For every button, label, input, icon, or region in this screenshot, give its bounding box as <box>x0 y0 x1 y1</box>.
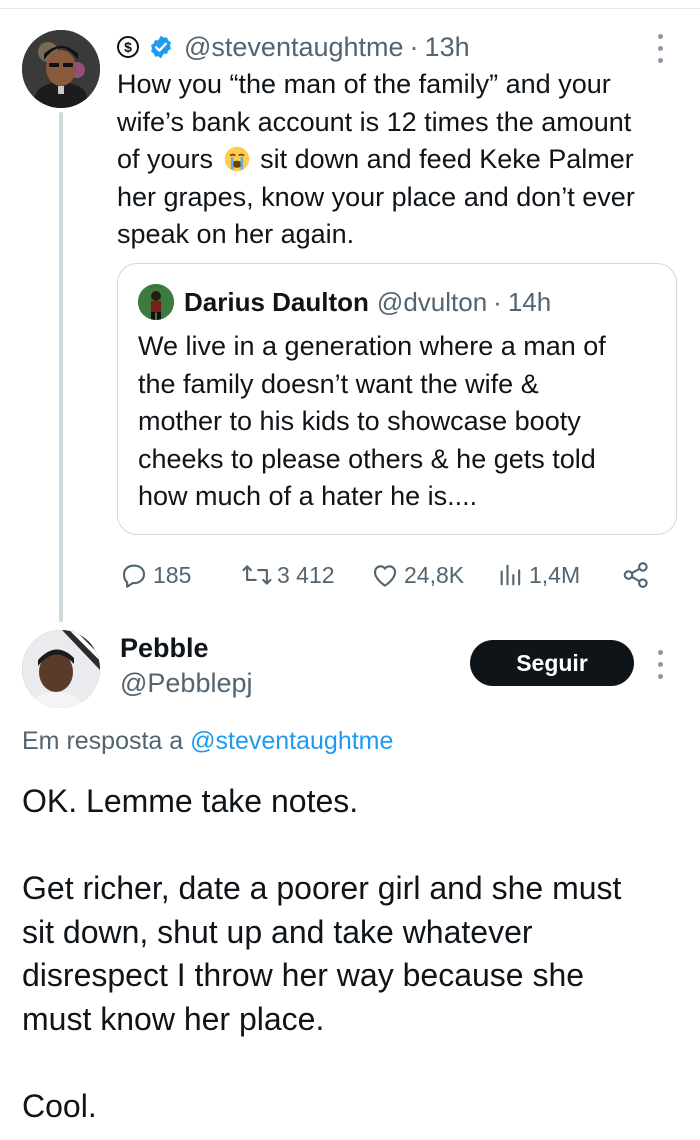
subscriber-icon: $ <box>117 36 139 58</box>
retweet-button[interactable]: 3 412 <box>241 555 335 595</box>
views-icon <box>500 564 521 586</box>
quoted-text-line: how much of a hater he is.... <box>138 481 478 511</box>
quoted-tweet-time: 14h <box>507 286 552 317</box>
reply-author-name[interactable]: Pebble <box>120 633 209 664</box>
reply-text-line: must know her place. <box>22 1000 325 1037</box>
tweet-text-line: wife’s bank account is 12 times the amou… <box>117 106 632 137</box>
reply-text: OK. Lemme take notes. Get richer, date a… <box>22 780 682 1128</box>
reply-paragraph: Cool. <box>22 1087 97 1124</box>
quoted-tweet-text: We live in a generation where a man of t… <box>138 328 658 516</box>
reply-author-handle[interactable]: @Pebblepj <box>120 668 253 699</box>
verified-badge-icon <box>151 35 171 59</box>
crying-face-emoji-icon <box>224 146 249 172</box>
retweet-count: 3 412 <box>277 561 335 588</box>
like-count: 24,8K <box>404 561 465 588</box>
quoted-tweet-card[interactable]: Darius Daulton @dvulton · 14h We live in… <box>117 263 677 535</box>
quoted-author-handle: @dvulton <box>376 286 488 317</box>
retweet-icon <box>242 565 272 585</box>
quoted-author-name: Darius Daulton <box>184 286 369 317</box>
tweet-time[interactable]: 13h <box>425 32 470 63</box>
reply-text-line: disrespect I throw her way because she <box>22 957 585 993</box>
tweet-text-line: of yours sit down and feed Keke Palmer <box>117 144 634 174</box>
reply-text-line: sit down, shut up and take whatever <box>22 913 533 950</box>
reply-icon <box>122 564 146 588</box>
tweet-text-line: How you “the man of the family” and your <box>117 69 611 99</box>
share-icon <box>623 562 648 588</box>
quoted-text-line: We live in a generation where a man of <box>138 331 606 361</box>
reply-count: 185 <box>153 561 192 588</box>
author-avatar[interactable] <box>22 30 100 108</box>
more-icon[interactable] <box>652 32 668 66</box>
quoted-text-line: the family doesn’t want the wife & <box>138 368 539 399</box>
author-handle[interactable]: @steventaughtme <box>184 32 404 63</box>
quoted-author-avatar <box>138 284 174 320</box>
reply-author-avatar[interactable] <box>22 630 100 708</box>
like-icon <box>373 565 397 587</box>
like-button[interactable]: 24,8K <box>370 555 464 595</box>
reply-text-line: Get richer, date a poorer girl and she m… <box>22 870 622 906</box>
replying-to-prefix: Em resposta a <box>22 727 184 755</box>
replying-to-label: Em resposta a @steventaughtme <box>22 727 393 756</box>
views-button[interactable]: 1,4M <box>497 555 580 595</box>
tweet-header: $ @steventaughtme · 13h <box>117 30 470 64</box>
tweet-text: How you “the man of the family” and your… <box>117 66 677 254</box>
tweet-action-bar: 185 3 412 24,8K 1,4M <box>117 555 677 595</box>
thread-connector-line <box>59 112 63 622</box>
quoted-tweet-header: Darius Daulton @dvulton · 14h <box>138 284 551 320</box>
reply-button[interactable]: 185 <box>119 555 191 595</box>
quoted-text-line: mother to his kids to showcase booty <box>138 406 581 436</box>
reply-paragraph: OK. Lemme take notes. <box>22 783 359 819</box>
header-separator: · <box>409 31 419 62</box>
tweet-text-line: her grapes, know your place and don’t ev… <box>117 181 635 212</box>
share-button[interactable] <box>621 555 655 595</box>
views-count: 1,4M <box>529 561 581 588</box>
top-divider <box>0 8 700 9</box>
quoted-text-line: cheeks to please others & he gets told <box>138 443 596 474</box>
reply-more-icon[interactable] <box>652 648 668 682</box>
replying-to-handle-link[interactable]: @steventaughtme <box>190 727 393 755</box>
follow-button[interactable]: Seguir <box>470 640 634 686</box>
tweet-text-line: speak on her again. <box>117 219 355 249</box>
quoted-header-separator: · <box>493 286 502 317</box>
